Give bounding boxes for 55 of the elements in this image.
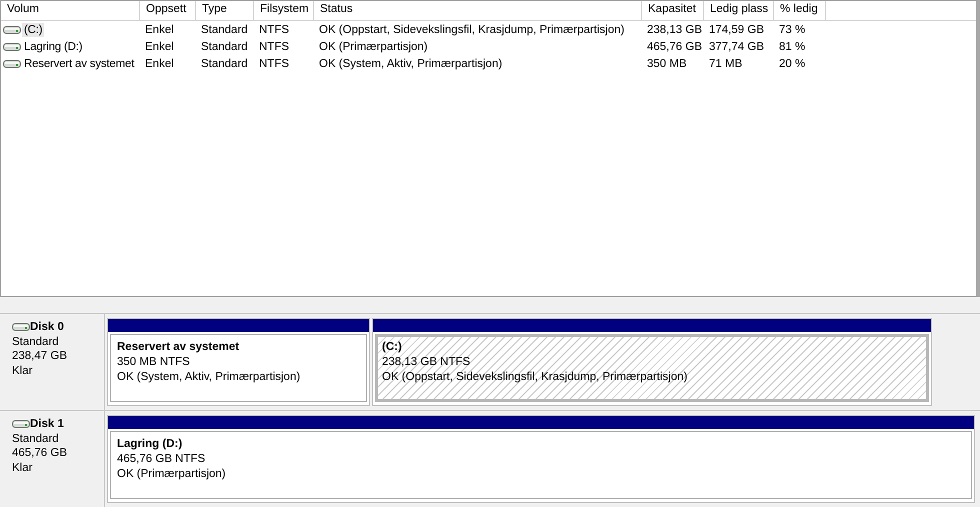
table-cell: Standard	[201, 40, 248, 52]
disk-state: Klar	[12, 364, 32, 376]
table-cell: NTFS	[259, 24, 290, 36]
partition-size: 238,13 GB NTFS	[382, 356, 470, 368]
table-cell: Enkel	[145, 58, 174, 70]
column-header[interactable]: Oppsett	[140, 1, 196, 20]
disk-size: 465,76 GB	[12, 447, 67, 459]
disk-size: 238,47 GB	[12, 350, 67, 362]
table-cell: 377,74 GB	[709, 40, 764, 52]
volume-name[interactable]: Reservert av systemet	[22, 56, 136, 70]
partition-block[interactable]: Lagring (D:) 465,76 GB NTFS OK (Primærpartisjon)	[107, 415, 975, 503]
table-cell: Standard	[201, 24, 248, 36]
column-header[interactable]: Ledig plass	[704, 1, 774, 20]
column-header[interactable]: Status	[314, 1, 642, 20]
partition-block[interactable]: Reservert av systemet 350 MB NTFS OK (System, Aktiv, Primærpartisjon)	[107, 318, 370, 406]
disk-name: Disk 1	[30, 417, 64, 432]
disk-type: Standard	[12, 432, 59, 444]
table-cell: 238,13 GB	[647, 24, 702, 36]
partition-status: OK (Oppstart, Sidevekslingsfil, Krasjdump, Primærpartisjon)	[382, 371, 688, 383]
column-header[interactable]: % ledig	[774, 1, 826, 20]
table-cell: Enkel	[145, 40, 174, 52]
table-cell: 71 MB	[709, 58, 742, 70]
drive-icon	[3, 42, 21, 52]
partition-name: Reservert av systemet	[117, 341, 240, 353]
partition-block[interactable]: (C:) 238,13 GB NTFS OK (Oppstart, Sidevekslingsfil, Krasjdump, Primærpartisjon)	[372, 318, 932, 406]
volume-name[interactable]: (C:)	[22, 22, 44, 36]
column-header[interactable]: Filsystem	[254, 1, 314, 20]
column-header[interactable]: Kapasitet	[642, 1, 704, 20]
table-cell: 20 %	[779, 58, 806, 70]
table-cell: OK (Oppstart, Sidevekslingsfil, Krasjdump, Primærpartisjon)	[319, 24, 624, 36]
partition-size: 465,76 GB NTFS	[117, 453, 206, 465]
drive-icon	[3, 58, 21, 68]
table-cell: Standard	[201, 58, 248, 70]
table-cell: NTFS	[259, 40, 290, 52]
disk-type: Standard	[12, 336, 59, 348]
disk-name: Disk 0	[30, 320, 64, 334]
table-cell: 73 %	[779, 24, 806, 36]
table-cell: OK (Primærpartisjon)	[319, 40, 428, 52]
table-cell: 350 MB	[647, 58, 687, 70]
partition-name: Lagring (D:)	[117, 438, 182, 450]
partition-status: OK (Primærpartisjon)	[117, 468, 226, 480]
table-cell: Enkel	[145, 24, 174, 36]
drive-icon	[3, 24, 21, 34]
column-header[interactable]: Type	[196, 1, 254, 20]
partition-size: 350 MB NTFS	[117, 356, 190, 368]
table-cell: 81 %	[779, 40, 806, 52]
disk-state: Klar	[12, 462, 32, 474]
table-cell: OK (System, Aktiv, Primærpartisjon)	[319, 58, 502, 70]
table-cell: 174,59 GB	[709, 24, 764, 36]
table-cell: NTFS	[259, 58, 290, 70]
volume-name[interactable]: Lagring (D:)	[22, 40, 84, 54]
table-cell: 465,76 GB	[647, 40, 702, 52]
partition-name: (C:)	[382, 341, 402, 353]
partition-status: OK (System, Aktiv, Primærpartisjon)	[117, 371, 300, 383]
column-header[interactable]: Volum	[1, 1, 140, 20]
